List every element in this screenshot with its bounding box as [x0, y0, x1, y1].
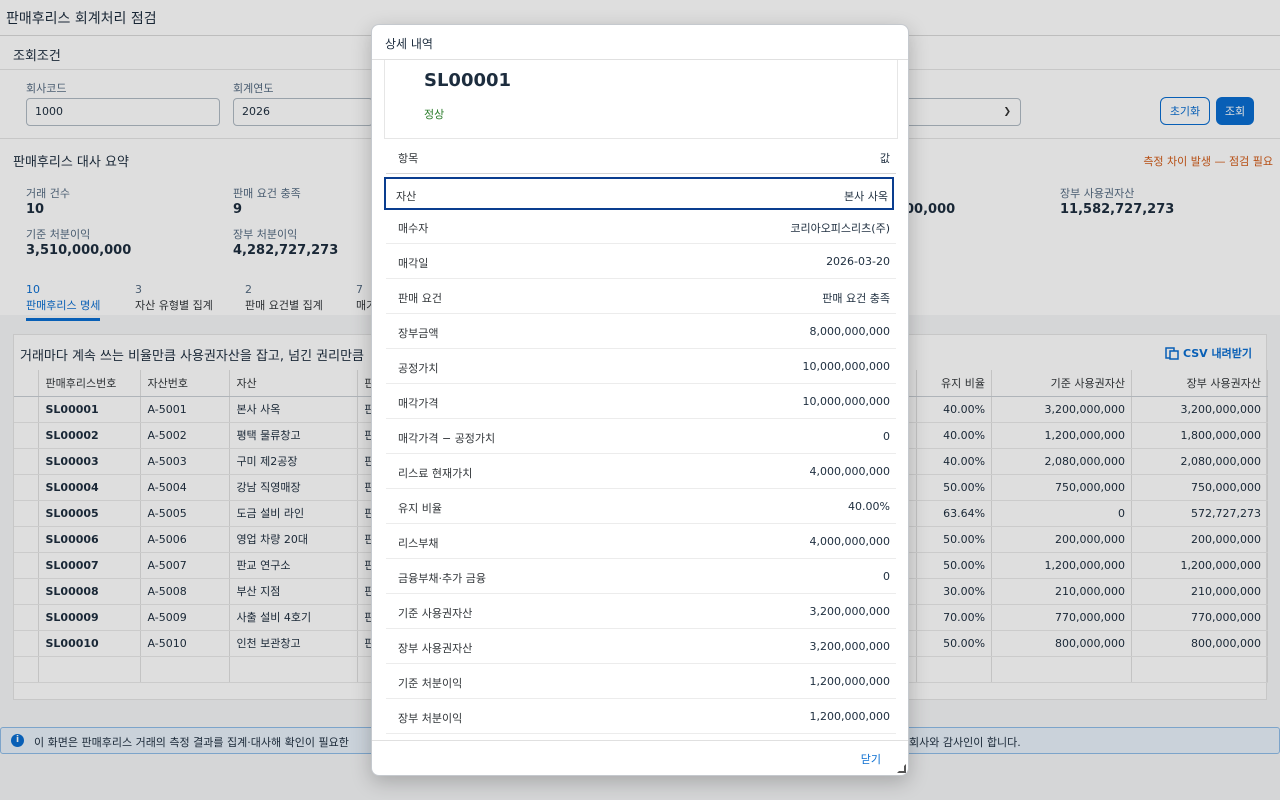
- detail-key: 기준 사용권자산: [398, 607, 473, 620]
- detail-table-header: 항목 값: [386, 139, 896, 174]
- detail-value: 10,000,000,000: [802, 360, 890, 373]
- detail-key: 판매 요건: [398, 292, 442, 305]
- detail-dialog: 상세 내역 SL00001 정상 항목 값 자산 본사 사옥매수자 코리아오피스리츠…: [371, 24, 909, 776]
- detail-row[interactable]: 자산 본사 사옥: [384, 177, 894, 210]
- header-value: 값: [879, 152, 890, 165]
- detail-key: 자산: [396, 190, 417, 203]
- detail-key: 장부 사용권자산: [398, 642, 473, 655]
- detail-row[interactable]: 매각가격 − 공정가치 0: [386, 419, 896, 454]
- object-title: SL00001: [424, 70, 512, 91]
- detail-value: 0: [883, 570, 890, 583]
- detail-value: 2026-03-20: [826, 255, 890, 268]
- detail-value: 코리아오피스리츠(주): [790, 222, 890, 235]
- detail-row[interactable]: 리스부채 4,000,000,000: [386, 524, 896, 559]
- detail-row[interactable]: 장부 처분이익 1,200,000,000: [386, 699, 896, 734]
- detail-key: 유지 비율: [398, 502, 442, 515]
- dialog-title: 상세 내역: [372, 25, 908, 60]
- detail-value: 판매 요건 충족: [822, 292, 890, 305]
- detail-row[interactable]: 기준 처분이익 1,200,000,000: [386, 664, 896, 699]
- detail-value: 1,200,000,000: [809, 710, 890, 723]
- detail-value: 1,200,000,000: [809, 675, 890, 688]
- detail-row[interactable]: 장부 사용권자산 3,200,000,000: [386, 629, 896, 664]
- detail-key: 공정가치: [398, 362, 439, 375]
- detail-row[interactable]: 리스료 현재가치 4,000,000,000: [386, 454, 896, 489]
- detail-key: 매수자: [398, 222, 429, 235]
- object-header: SL00001 정상: [384, 60, 898, 139]
- detail-value: 4,000,000,000: [809, 465, 890, 478]
- detail-value: 8,000,000,000: [809, 325, 890, 338]
- detail-key: 매각가격: [398, 397, 439, 410]
- detail-key: 기준 처분이익: [398, 677, 463, 690]
- detail-value: 0: [883, 430, 890, 443]
- detail-value: 3,200,000,000: [809, 640, 890, 653]
- resize-handle-icon[interactable]: [897, 764, 906, 773]
- detail-key: 금융부채·추가 금융: [398, 572, 486, 585]
- detail-key: 매각일: [398, 257, 429, 270]
- detail-row[interactable]: 장부금액 8,000,000,000: [386, 314, 896, 349]
- detail-row[interactable]: 매수자 코리아오피스리츠(주): [386, 209, 896, 244]
- detail-key: 매각가격 − 공정가치: [398, 432, 496, 445]
- header-key: 항목: [398, 152, 419, 165]
- detail-value: 40.00%: [848, 500, 890, 513]
- status-text: 정상: [424, 108, 445, 121]
- detail-row[interactable]: 공정가치 10,000,000,000: [386, 349, 896, 384]
- dialog-body[interactable]: SL00001 정상 항목 값 자산 본사 사옥매수자 코리아오피스리츠(주) 매각일…: [372, 60, 908, 742]
- detail-value: 본사 사옥: [844, 190, 888, 203]
- close-button[interactable]: 닫기: [861, 751, 881, 767]
- detail-value: 4,000,000,000: [809, 535, 890, 548]
- detail-row[interactable]: 매각일 2026-03-20: [386, 244, 896, 279]
- detail-row[interactable]: 기준 사용권자산 3,200,000,000: [386, 594, 896, 629]
- detail-key: 장부금액: [398, 327, 439, 340]
- dialog-footer: 닫기: [372, 740, 908, 775]
- detail-row[interactable]: 유지 비율 40.00%: [386, 489, 896, 524]
- detail-key: 리스부채: [398, 537, 439, 550]
- detail-row[interactable]: 매각가격 10,000,000,000: [386, 384, 896, 419]
- detail-row[interactable]: 판매 요건 판매 요건 충족: [386, 279, 896, 314]
- detail-key: 리스료 현재가치: [398, 467, 473, 480]
- detail-row[interactable]: 금융부채·추가 금융 0: [386, 559, 896, 594]
- detail-value: 3,200,000,000: [809, 605, 890, 618]
- detail-key: 장부 처분이익: [398, 712, 463, 725]
- detail-value: 10,000,000,000: [802, 395, 890, 408]
